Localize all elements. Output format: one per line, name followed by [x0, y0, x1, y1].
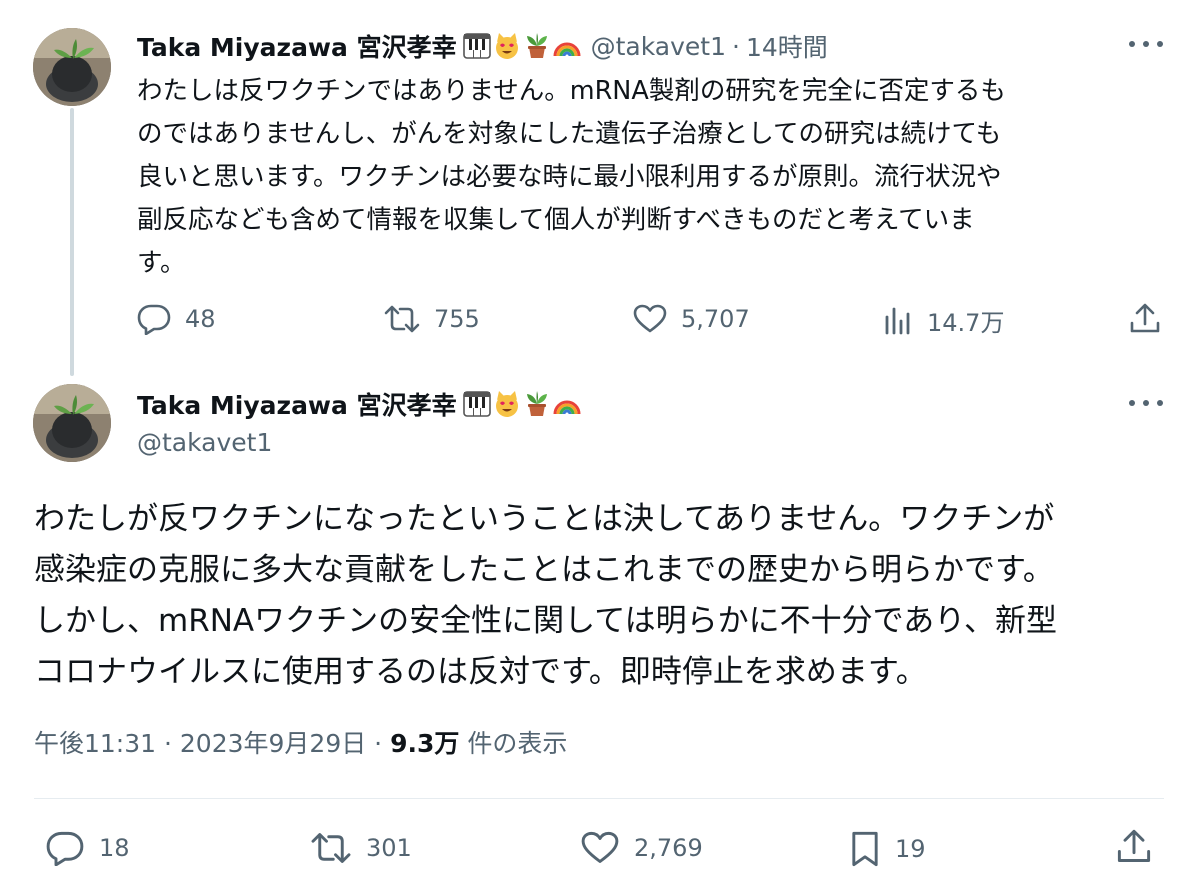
thread-connector-line	[70, 108, 74, 376]
share-icon	[1117, 829, 1151, 862]
repost-count: 755	[434, 305, 480, 333]
like-count: 5,707	[681, 305, 750, 333]
name-emojis	[462, 390, 581, 418]
repost-count: 301	[366, 834, 412, 862]
repost-button[interactable]: 755	[384, 303, 480, 335]
tweet-timestamp-row: 午後11:31 · 2023年9月29日 · 9.3万 件の表示	[34, 724, 567, 760]
display-name[interactable]: Taka Miyazawa 宮沢孝幸	[137, 386, 457, 422]
repost-icon	[311, 833, 351, 863]
bookmark-icon	[852, 831, 878, 867]
tweet2-text: わたしが反ワクチンになったということは決してありません。ワクチンが 感染症の克服…	[34, 501, 1058, 690]
like-button[interactable]: 2,769	[580, 830, 703, 866]
tweet2-header: Taka Miyazawa 宮沢孝幸	[137, 386, 581, 422]
potted-plant-icon	[526, 391, 547, 416]
reply-icon	[46, 831, 84, 866]
repost-icon	[384, 305, 420, 333]
view-count: 14.7万	[927, 309, 1005, 337]
view-count: 9.3万	[390, 729, 460, 758]
timestamp[interactable]: 午後11:31 · 2023年9月29日 ·	[34, 729, 390, 758]
divider	[34, 798, 1164, 799]
rainbow-icon	[553, 400, 581, 416]
piano-keys-icon	[462, 33, 491, 59]
heart-eyes-cat-icon	[495, 33, 518, 59]
heart-icon	[581, 831, 619, 863]
tweet1-text: わたしは反ワクチンではありません。mRNA製剤の研究を完全に否定するも のではあ…	[137, 76, 1006, 278]
name-emojis	[462, 32, 581, 60]
piano-keys-icon	[462, 391, 491, 417]
heart-eyes-cat-icon	[495, 391, 518, 417]
share-button[interactable]	[1116, 828, 1152, 866]
views-chart-icon	[885, 307, 910, 334]
reply-count: 48	[185, 305, 216, 333]
reply-count: 18	[99, 834, 130, 862]
display-name[interactable]: Taka Miyazawa 宮沢孝幸	[137, 28, 457, 64]
relative-time[interactable]: 14時間	[746, 28, 828, 64]
reply-button[interactable]: 18	[45, 830, 130, 866]
share-icon	[1130, 303, 1160, 333]
avatar[interactable]	[33, 384, 111, 462]
user-handle[interactable]: @takavet1	[591, 32, 726, 61]
separator-dot: ·	[731, 31, 740, 61]
heart-icon	[633, 304, 667, 333]
views-button[interactable]: 14.7万	[883, 303, 1004, 338]
like-button[interactable]: 5,707	[633, 303, 750, 335]
rainbow-icon	[553, 42, 581, 58]
more-options-icon[interactable]	[1129, 39, 1163, 49]
tweet1-header: Taka Miyazawa 宮沢孝幸 @takavet1 · 14時間	[137, 28, 828, 64]
like-count: 2,769	[634, 834, 703, 862]
potted-plant-icon	[526, 33, 547, 58]
repost-button[interactable]: 301	[310, 830, 412, 866]
reply-icon	[137, 304, 171, 335]
view-label: 件の表示	[459, 729, 568, 758]
more-options-icon[interactable]	[1129, 398, 1163, 408]
share-button[interactable]	[1129, 303, 1161, 335]
avatar[interactable]	[33, 28, 111, 106]
reply-button[interactable]: 48	[137, 303, 216, 335]
bookmark-button[interactable]: 19	[849, 830, 926, 868]
user-handle[interactable]: @takavet1	[137, 428, 272, 457]
bookmark-count: 19	[895, 835, 926, 863]
